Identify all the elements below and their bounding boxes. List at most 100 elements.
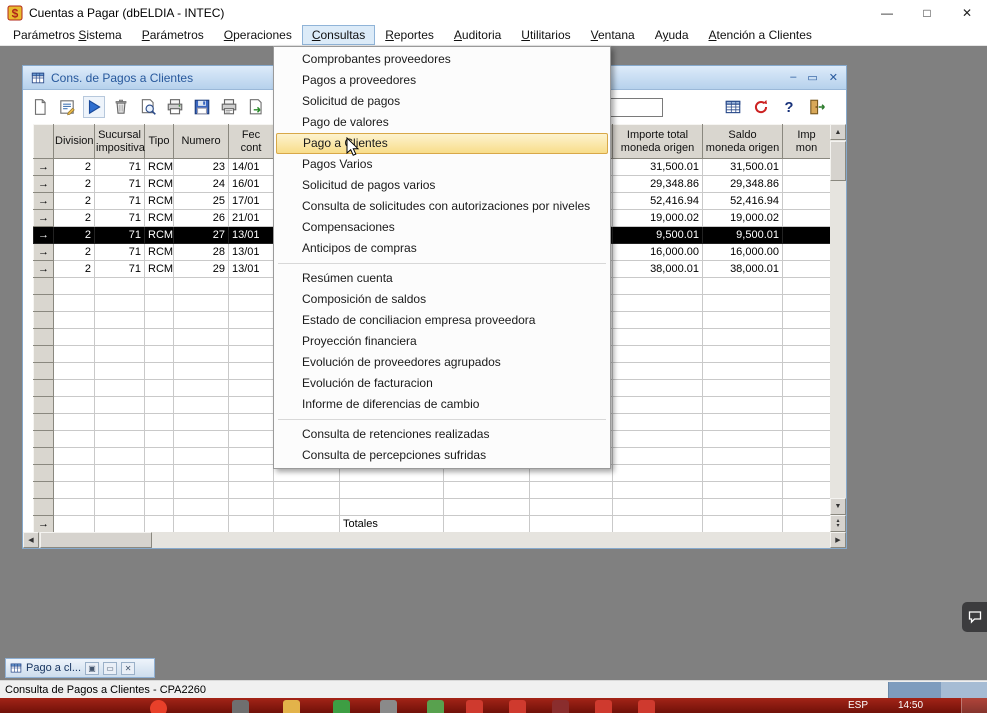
grid-empty-cell[interactable] [783,312,831,329]
print-setup-icon[interactable] [218,96,240,118]
grid-empty-cell[interactable] [530,482,613,499]
grid-cell-impmon[interactable] [783,210,831,227]
grid-cell-sucursal[interactable]: 71 [95,227,145,244]
grid-cell-numero[interactable]: 23 [174,159,229,176]
grid-cell-tipo[interactable]: RCM [145,227,174,244]
grid-empty-cell[interactable] [95,465,145,482]
grid-empty-cell[interactable] [145,380,174,397]
refresh-icon[interactable] [750,96,772,118]
language-indicator[interactable]: ESP [848,700,868,711]
grid-empty-cell[interactable] [95,346,145,363]
menubar-item-consultas[interactable]: Consultas [302,25,375,45]
grid-empty-cell[interactable] [95,499,145,516]
export-icon[interactable] [245,96,267,118]
taskbar-app-icon[interactable] [380,700,397,713]
grid-cell-impmon[interactable] [783,244,831,261]
grid-cell-saldo[interactable]: 16,000.00 [703,244,783,261]
grid-col-header-tipo[interactable]: Tipo [145,125,174,159]
grid-empty-cell[interactable] [54,431,95,448]
grid-empty-cell[interactable] [145,363,174,380]
menu-item-estado-de-conciliacion-empresa-proveedora[interactable]: Estado de conciliacion empresa proveedor… [276,310,608,331]
grid-empty-cell[interactable] [54,499,95,516]
menubar-item-ayuda[interactable]: Ayuda [645,25,699,45]
grid-empty-cell[interactable] [54,465,95,482]
exit-icon[interactable] [806,96,828,118]
taskbar-app-icon[interactable] [150,700,167,713]
grid-empty-cell[interactable] [229,278,274,295]
menu-item-pago-a-clientes[interactable]: Pago a Clientes [276,133,608,154]
grid-cell-saldo[interactable]: 38,000.01 [703,261,783,278]
grid-empty-cell[interactable] [229,482,274,499]
grid-empty-cell[interactable] [54,448,95,465]
minimized-maximize-button[interactable]: ▭ [103,662,117,675]
grid-cell-saldo[interactable]: 31,500.01 [703,159,783,176]
grid-cell-tipo[interactable]: RCM [145,159,174,176]
row-marker[interactable]: → [34,159,54,176]
menubar-item-atencion-a-clientes[interactable]: Atención a Clientes [699,25,822,45]
row-marker[interactable] [34,329,54,346]
grid-empty-cell[interactable] [95,380,145,397]
grid-cell-numero[interactable]: 27 [174,227,229,244]
menu-item-resumen-cuenta[interactable]: Resúmen cuenta [276,268,608,289]
grid-cell-importe[interactable]: 38,000.01 [613,261,703,278]
menu-item-informe-de-diferencias-de-cambio[interactable]: Informe de diferencias de cambio [276,394,608,415]
grid-cell-numero[interactable]: 28 [174,244,229,261]
grid-empty-cell[interactable] [613,465,703,482]
grid-empty-cell[interactable] [229,363,274,380]
scroll-split-button[interactable]: ▴▾ [830,515,846,532]
grid-col-header-fec[interactable]: Fec cont [229,125,274,159]
grid-empty-cell[interactable] [703,431,783,448]
taskbar-app-icon[interactable] [638,700,655,713]
grid-cell-numero[interactable]: 25 [174,193,229,210]
menu-item-consulta-de-percepciones-sufridas[interactable]: Consulta de percepciones sufridas [276,445,608,466]
save-icon[interactable] [191,96,213,118]
grid-empty-cell[interactable] [145,448,174,465]
menu-item-pago-de-valores[interactable]: Pago de valores [276,112,608,133]
row-marker[interactable] [34,295,54,312]
grid-cell-sucursal[interactable]: 71 [95,261,145,278]
row-marker[interactable] [34,397,54,414]
grid-empty-cell[interactable] [95,278,145,295]
grid-cell-fec[interactable]: 16/01 [229,176,274,193]
row-marker[interactable] [34,380,54,397]
row-marker[interactable] [34,278,54,295]
grid-cell-impmon[interactable] [783,261,831,278]
grid-empty-cell[interactable] [145,499,174,516]
grid-empty-cell[interactable] [174,499,229,516]
taskbar-app-icon[interactable] [427,700,444,713]
grid-cell-saldo[interactable]: 9,500.01 [703,227,783,244]
row-marker[interactable] [34,431,54,448]
grid-cell-division[interactable]: 2 [54,261,95,278]
grid-cell-numero[interactable]: 24 [174,176,229,193]
menubar-item-ventana[interactable]: Ventana [581,25,645,45]
grid-empty-cell[interactable] [613,295,703,312]
minimized-child-window[interactable]: Pago a cl... ▣ ▭ ✕ [5,658,155,678]
grid-empty-cell[interactable] [54,380,95,397]
grid-empty-cell[interactable] [95,312,145,329]
grid-empty-cell[interactable] [703,329,783,346]
grid-view-icon[interactable] [722,96,744,118]
grid-empty-cell[interactable] [174,482,229,499]
grid-empty-cell[interactable] [783,431,831,448]
grid-empty-cell[interactable] [703,295,783,312]
grid-empty-cell[interactable] [174,295,229,312]
grid-empty-cell[interactable] [95,414,145,431]
taskbar-app-icon[interactable] [232,700,249,713]
grid-cell-importe[interactable]: 16,000.00 [613,244,703,261]
grid-empty-cell[interactable] [54,482,95,499]
row-marker[interactable] [34,363,54,380]
grid-col-header-saldo[interactable]: Saldo moneda origen [703,125,783,159]
grid-empty-cell[interactable] [95,431,145,448]
grid-totals-cell[interactable] [274,516,340,533]
taskbar-app-icon[interactable] [595,700,612,713]
scroll-down-button[interactable]: ▼ [830,498,846,515]
menu-item-comprobantes-proveedores[interactable]: Comprobantes proveedores [276,49,608,70]
child-close-button[interactable]: ✕ [829,71,838,84]
grid-cell-division[interactable]: 2 [54,176,95,193]
grid-empty-cell[interactable] [145,482,174,499]
grid-empty-cell[interactable] [613,448,703,465]
scroll-right-button[interactable]: ▶ [830,532,846,548]
grid-totals-cell[interactable] [174,516,229,533]
row-marker[interactable] [34,499,54,516]
grid-cell-fec[interactable]: 13/01 [229,244,274,261]
